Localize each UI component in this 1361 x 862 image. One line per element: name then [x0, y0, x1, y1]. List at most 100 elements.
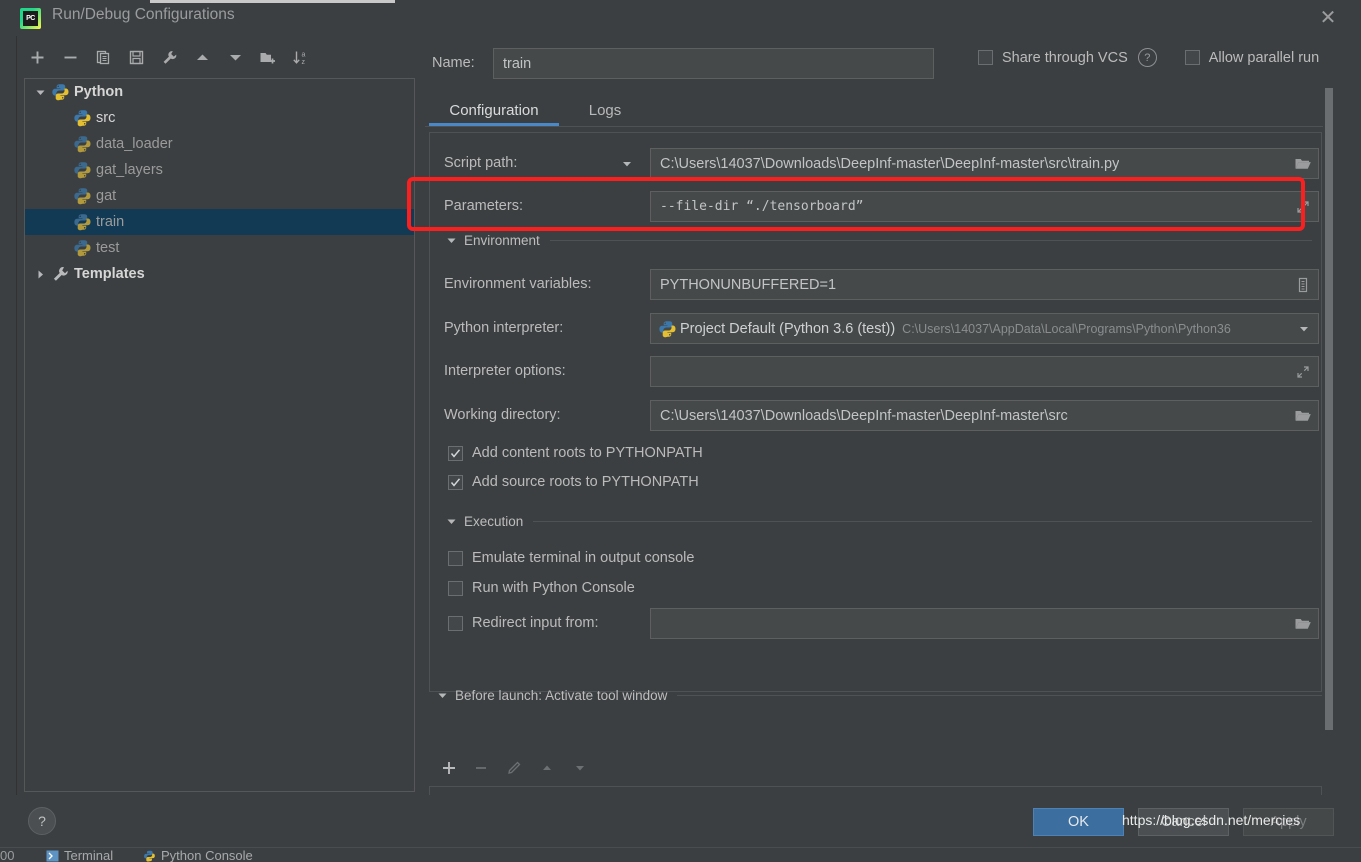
before-launch-edit-button[interactable] [500, 757, 528, 783]
parameters-row: Parameters: --file-dir “./tensorboard” [444, 191, 1319, 222]
tree-node-label: gat [96, 188, 117, 204]
working-directory-label: Working directory: [444, 407, 561, 423]
ok-button[interactable]: OK [1033, 808, 1124, 836]
copy-configuration-button[interactable] [90, 44, 116, 70]
share-through-vcs-checkbox[interactable] [978, 50, 993, 65]
working-directory-row: Working directory: C:\Users\14037\Downlo… [444, 400, 1319, 431]
redirect-input-field[interactable] [650, 608, 1319, 639]
interpreter-options-input[interactable] [650, 356, 1319, 387]
before-launch-label: Before launch: Activate tool window [455, 687, 668, 703]
expand-icon[interactable] [1293, 362, 1313, 382]
arrow-up-icon [539, 760, 555, 781]
tree-node-label: gat_layers [96, 162, 163, 178]
name-input[interactable]: train [493, 48, 934, 79]
chevron-down-icon[interactable] [444, 233, 458, 247]
run-with-python-console-row[interactable]: Run with Python Console [448, 580, 635, 596]
tab-configuration[interactable]: Configuration [429, 94, 559, 126]
help-button[interactable]: ? [28, 807, 56, 835]
tree-node-label: train [96, 214, 125, 230]
python-icon [658, 320, 677, 338]
edit-templates-button[interactable] [156, 44, 182, 70]
folder-icon[interactable] [1293, 154, 1313, 174]
tree-node-gat[interactable]: gat [25, 183, 414, 209]
title-bar: PC Run/Debug Configurations ✕ [0, 0, 1361, 36]
remove-configuration-button[interactable] [57, 44, 83, 70]
before-launch-remove-button[interactable] [467, 757, 495, 783]
allow-parallel-run-checkbox[interactable] [1184, 50, 1200, 65]
emulate-terminal-checkbox[interactable] [448, 550, 463, 566]
before-launch-add-button[interactable] [435, 757, 463, 783]
close-icon[interactable]: ✕ [1317, 8, 1339, 30]
add-configuration-button[interactable] [24, 44, 50, 70]
execution-section-label: Execution [464, 513, 524, 529]
list-edit-icon[interactable] [1293, 275, 1313, 295]
python-icon [73, 213, 93, 231]
new-folder-button[interactable] [255, 44, 281, 70]
working-directory-input[interactable]: C:\Users\14037\Downloads\DeepInf-master\… [650, 400, 1319, 431]
before-launch-move-down-button[interactable] [566, 757, 594, 783]
expand-icon[interactable] [1293, 197, 1313, 217]
chevron-down-icon[interactable] [435, 688, 449, 702]
before-launch-move-up-button[interactable] [533, 757, 561, 783]
emulate-terminal-label: Emulate terminal in output console [472, 550, 695, 566]
environment-variables-input[interactable]: PYTHONUNBUFFERED=1 [650, 269, 1319, 300]
python-icon [73, 161, 93, 179]
emulate-terminal-row[interactable]: Emulate terminal in output console [448, 550, 694, 566]
add-source-roots-row[interactable]: Add source roots to PYTHONPATH [448, 474, 699, 490]
tree-node-templates[interactable]: Templates [25, 261, 414, 287]
add-source-roots-checkbox[interactable] [448, 474, 463, 490]
tab-logs[interactable]: Logs [575, 94, 635, 126]
section-divider [549, 239, 1312, 241]
status-bar-terminal[interactable]: Terminal [45, 848, 113, 862]
parameters-input[interactable]: --file-dir “./tensorboard” [650, 191, 1319, 222]
status-bar-python-console[interactable]: Python Console [142, 848, 253, 862]
tree-node-data-loader[interactable]: data_loader [25, 131, 414, 157]
arrow-down-icon [227, 49, 244, 66]
script-path-row: Script path: C:\Users\14037\Downloads\De… [444, 148, 1319, 179]
script-path-input[interactable]: C:\Users\14037\Downloads\DeepInf-master\… [650, 148, 1319, 179]
move-down-button[interactable] [222, 44, 248, 70]
python-interpreter-label: Python interpreter: [444, 320, 564, 336]
copy-icon [95, 49, 112, 66]
tree-node-label: src [96, 110, 116, 126]
tree-node-gat-layers[interactable]: gat_layers [25, 157, 414, 183]
environment-section-label: Environment [464, 232, 540, 248]
configuration-panel: Script path: C:\Users\14037\Downloads\De… [429, 132, 1322, 692]
watermark: https://blog.csdn.net/mercies [1122, 812, 1301, 828]
python-icon [73, 135, 93, 153]
add-content-roots-checkbox[interactable] [448, 445, 463, 461]
python-icon [73, 187, 93, 205]
pycharm-icon-text: PC [23, 11, 38, 26]
chevron-down-icon[interactable] [29, 87, 51, 98]
plus-icon [441, 760, 457, 781]
python-interpreter-value: Project Default (Python 3.6 (test)) [680, 320, 896, 337]
sort-alphabetically-button[interactable]: a z [288, 44, 314, 70]
run-with-python-console-checkbox[interactable] [448, 580, 463, 596]
title-accent-line [150, 0, 395, 3]
python-interpreter-select[interactable]: Project Default (Python 3.6 (test)) C:\U… [650, 313, 1319, 344]
tab-bar: Configuration Logs [425, 94, 1325, 128]
left-edge-strip [0, 0, 17, 861]
add-content-roots-row[interactable]: Add content roots to PYTHONPATH [448, 445, 703, 461]
move-up-button[interactable] [189, 44, 215, 70]
tree-node-test[interactable]: test [25, 235, 414, 261]
before-launch-section-header: Before launch: Activate tool window [435, 687, 1322, 703]
form-scrollbar-thumb[interactable] [1325, 88, 1333, 730]
folder-icon[interactable] [1293, 406, 1313, 426]
svg-text:z: z [302, 59, 306, 66]
script-path-mode-chevron-down-icon[interactable] [620, 157, 634, 171]
redirect-input-checkbox[interactable] [448, 616, 463, 631]
configurations-tree[interactable]: Python src data_loader gat_layers gat tr… [24, 78, 415, 792]
add-content-roots-label: Add content roots to PYTHONPATH [472, 445, 703, 461]
help-icon[interactable]: ? [1137, 48, 1157, 67]
save-configuration-button[interactable] [123, 44, 149, 70]
chevron-down-icon[interactable] [1291, 318, 1314, 339]
chevron-right-icon[interactable] [29, 269, 51, 280]
tree-node-src[interactable]: src [25, 105, 414, 131]
chevron-down-icon[interactable] [444, 514, 458, 528]
form-scrollbar[interactable] [1323, 88, 1334, 733]
tree-node-python[interactable]: Python [25, 79, 414, 105]
folder-icon[interactable] [1293, 614, 1313, 634]
run-debug-configurations-dialog: PC Run/Debug Configurations ✕ a z Python… [0, 0, 1361, 862]
tree-node-train[interactable]: train [25, 209, 414, 235]
